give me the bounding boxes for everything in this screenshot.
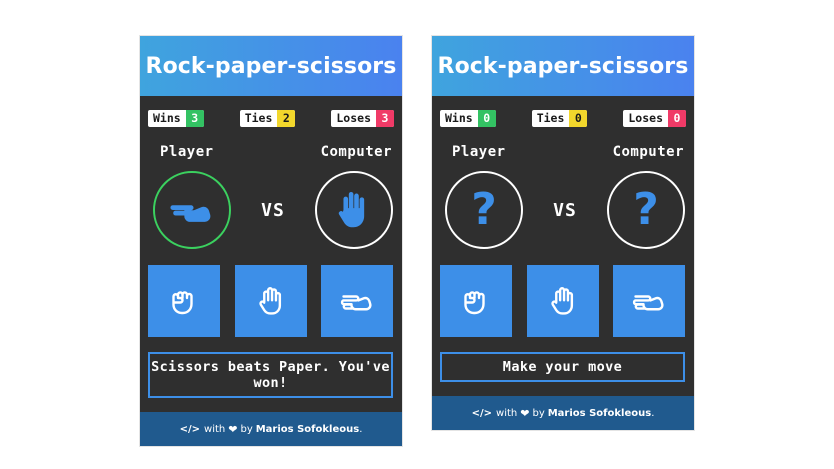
- wins-label: Wins: [153, 111, 181, 125]
- loses-badge: Loses 0: [623, 110, 686, 127]
- loses-count: 3: [376, 110, 394, 127]
- scoreboard: Wins 0 Ties 0 Loses 0: [440, 110, 686, 127]
- ties-badge: Ties 2: [239, 110, 296, 127]
- ties-count: 2: [277, 110, 296, 127]
- player-label: Player: [160, 144, 214, 160]
- paper-hand-icon: [338, 191, 365, 228]
- player-choice-circle: [153, 171, 231, 249]
- scissors-hand-icon: [340, 295, 372, 311]
- player-names: Player Computer: [160, 144, 392, 160]
- ties-label: Ties: [244, 111, 273, 125]
- move-buttons: [440, 265, 685, 337]
- question-mark-icon: ?: [471, 184, 497, 235]
- paper-button[interactable]: [234, 265, 307, 337]
- footer: </> with ❤ by Marios Sofokleous.: [140, 412, 402, 446]
- wins-label: Wins: [445, 111, 473, 125]
- code-icon: </>: [471, 407, 493, 419]
- computer-label: Computer: [320, 144, 392, 160]
- versus-label: VS: [553, 199, 577, 221]
- game-card-initial: Rock-paper-scissors Wins 0 Ties 0 Loses …: [432, 36, 694, 430]
- wins-count: 0: [477, 110, 496, 127]
- arena: VS: [153, 170, 393, 250]
- author-link[interactable]: Marios Sofokleous: [548, 408, 651, 419]
- app-title: Rock-paper-scissors: [437, 53, 689, 79]
- player-names: Player Computer: [452, 144, 684, 160]
- wins-count: 3: [185, 110, 204, 127]
- question-mark-icon: ?: [633, 184, 659, 235]
- player-choice-circle: ?: [445, 171, 523, 249]
- footer-by: by: [240, 423, 253, 435]
- move-buttons: [148, 265, 393, 337]
- versus-label: VS: [261, 199, 285, 221]
- rock-hand-icon: [172, 291, 193, 315]
- scissors-hand-icon: [632, 295, 664, 311]
- rock-button[interactable]: [148, 265, 220, 337]
- computer-choice-circle: ?: [607, 171, 685, 249]
- scissors-hand-icon: [170, 205, 211, 222]
- wins-badge: Wins 3: [148, 110, 204, 127]
- paper-hand-icon: [258, 287, 281, 315]
- paper-button[interactable]: [526, 265, 599, 337]
- loses-badge: Loses 3: [331, 110, 394, 127]
- scissors-button[interactable]: [613, 265, 685, 337]
- arena: ? VS ?: [445, 170, 685, 250]
- status-message: Make your move: [440, 352, 685, 382]
- result-message: Scissors beats Paper. You've won!: [148, 352, 393, 398]
- heart-icon: ❤: [228, 422, 238, 436]
- rock-hand-icon: [464, 291, 485, 315]
- player-label: Player: [452, 144, 506, 160]
- heart-icon: ❤: [520, 406, 530, 420]
- computer-label: Computer: [612, 144, 684, 160]
- scissors-button[interactable]: [321, 265, 393, 337]
- footer: </> with ❤ by Marios Sofokleous.: [432, 396, 694, 430]
- app-title: Rock-paper-scissors: [145, 53, 397, 79]
- ties-count: 0: [569, 110, 588, 127]
- scoreboard: Wins 3 Ties 2 Loses 3: [148, 110, 394, 127]
- header: Rock-paper-scissors: [140, 36, 402, 96]
- rock-button[interactable]: [440, 265, 512, 337]
- paper-hand-icon: [550, 287, 573, 315]
- footer-by: by: [532, 407, 545, 419]
- loses-count: 0: [668, 110, 686, 127]
- code-icon: </>: [179, 423, 201, 435]
- loses-label: Loses: [628, 111, 663, 125]
- wins-badge: Wins 0: [440, 110, 496, 127]
- ties-badge: Ties 0: [531, 110, 588, 127]
- header: Rock-paper-scissors: [432, 36, 694, 96]
- footer-with: with: [204, 423, 226, 435]
- game-card-result: Rock-paper-scissors Wins 3 Ties 2 Loses …: [140, 36, 402, 446]
- author-link[interactable]: Marios Sofokleous: [256, 424, 359, 435]
- footer-period: .: [359, 423, 363, 435]
- footer-period: .: [651, 407, 655, 419]
- footer-with: with: [496, 407, 518, 419]
- ties-label: Ties: [536, 111, 565, 125]
- loses-label: Loses: [336, 111, 371, 125]
- computer-choice-circle: [315, 171, 393, 249]
